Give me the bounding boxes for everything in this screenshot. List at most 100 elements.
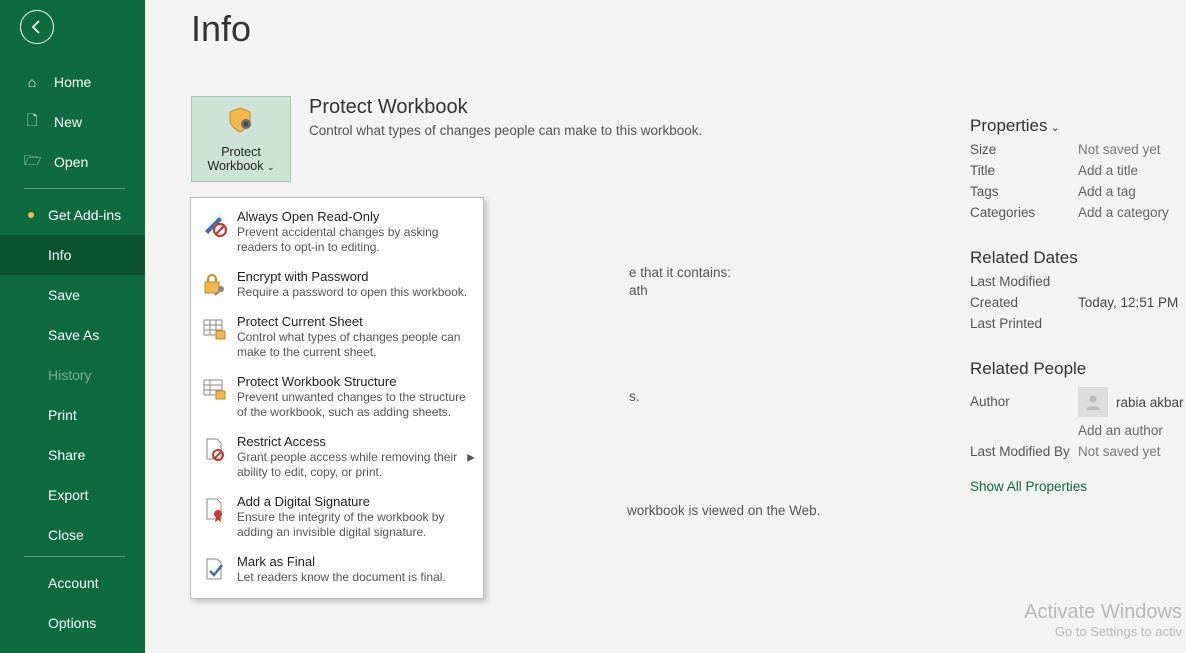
protect-workbook-button[interactable]: ProtectWorkbook ⌄	[191, 96, 291, 182]
inspect-hidden-text-2: ath	[629, 283, 648, 298]
nav-export[interactable]: Export	[0, 475, 145, 515]
back-button[interactable]	[20, 10, 54, 44]
prop-printed-label: Last Printed	[970, 316, 1078, 331]
browser-view-text: workbook is viewed on the Web.	[627, 503, 820, 518]
show-all-properties-link[interactable]: Show All Properties	[970, 479, 1186, 494]
nav-share[interactable]: Share	[0, 435, 145, 475]
add-author-link[interactable]: Add an author	[1078, 423, 1163, 438]
protect-section-desc: Control what types of changes people can…	[309, 123, 702, 138]
protect-btn-l2: Workbook	[207, 159, 263, 173]
menu-encrypt-title: Encrypt with Password	[237, 269, 467, 284]
chevron-down-icon: ⌄	[1050, 122, 1059, 134]
pencil-prohibit-icon	[201, 211, 227, 237]
nav-close[interactable]: Close	[0, 515, 145, 555]
nav-print[interactable]: Print	[0, 395, 145, 435]
prop-categories-label: Categories	[970, 205, 1078, 220]
menu-sheet-desc: Control what types of changes people can…	[237, 330, 473, 360]
prop-tags-value[interactable]: Add a tag	[1078, 184, 1136, 199]
prop-created-label: Created	[970, 295, 1078, 310]
shield-lock-icon	[226, 106, 256, 141]
document-prohibit-icon	[201, 436, 227, 462]
menu-restrict-access[interactable]: Restrict AccessGrant people access while…	[191, 428, 483, 488]
prop-categories-value[interactable]: Add a category	[1078, 205, 1169, 220]
prop-size-label: Size	[970, 142, 1078, 157]
nav-new[interactable]: 🗋New	[0, 102, 145, 142]
watermark-line1: Activate Windows	[1024, 601, 1182, 624]
windows-activation-watermark: Activate Windows Go to Settings to activ	[1024, 601, 1186, 639]
menu-sig-title: Add a Digital Signature	[237, 494, 473, 509]
workbook-lock-icon	[201, 376, 227, 402]
menu-encrypt-desc: Require a password to open this workbook…	[237, 285, 467, 300]
prop-tags-label: Tags	[970, 184, 1078, 199]
prop-title-label: Title	[970, 163, 1078, 178]
lock-key-icon	[201, 271, 227, 297]
nav-share-label: Share	[48, 447, 85, 463]
nav-history-label: History	[48, 367, 92, 383]
open-icon: 🗁	[24, 150, 40, 174]
prop-author-value[interactable]: rabia akbar	[1116, 395, 1184, 410]
menu-protect-sheet[interactable]: Protect Current SheetControl what types …	[191, 308, 483, 368]
properties-header[interactable]: Properties⌄	[970, 116, 1186, 136]
nav-separator	[24, 188, 125, 189]
addins-badge	[28, 212, 34, 218]
menu-readonly-desc: Prevent accidental changes by asking rea…	[237, 225, 473, 255]
watermark-line2: Go to Settings to activ	[1024, 624, 1182, 639]
menu-mark-final[interactable]: Mark as FinalLet readers know the docume…	[191, 548, 483, 593]
chevron-down-icon: ⌄	[267, 162, 275, 172]
menu-final-desc: Let readers know the document is final.	[237, 570, 446, 585]
prop-modby-value: Not saved yet	[1078, 444, 1161, 459]
prop-title-value[interactable]: Add a title	[1078, 163, 1138, 178]
prop-size-value: Not saved yet	[1078, 142, 1161, 157]
nav-options[interactable]: Options	[0, 603, 145, 643]
nav-new-label: New	[54, 114, 82, 130]
nav-save-as[interactable]: Save As	[0, 315, 145, 355]
nav-account-label: Account	[48, 575, 99, 591]
sheet-lock-icon	[201, 316, 227, 342]
menu-struct-desc: Prevent unwanted changes to the structur…	[237, 390, 473, 420]
nav-history: History	[0, 355, 145, 395]
nav-saveas-label: Save As	[48, 327, 99, 343]
backstage-sidebar: ⌂ Home 🗋New 🗁 Open Get Add-ins Info Save S…	[0, 0, 145, 653]
nav-export-label: Export	[48, 487, 88, 503]
nav-home[interactable]: ⌂ Home	[0, 62, 145, 102]
properties-pane: Properties⌄ SizeNot saved yet TitleAdd a…	[970, 116, 1186, 494]
related-dates-header: Related Dates	[970, 248, 1186, 268]
nav-close-label: Close	[48, 527, 84, 543]
menu-digital-signature[interactable]: Add a Digital SignatureEnsure the integr…	[191, 488, 483, 548]
related-people-header: Related People	[970, 359, 1186, 379]
protect-section-title: Protect Workbook	[309, 96, 702, 119]
nav-info-label: Info	[48, 247, 71, 263]
nav-separator-bottom	[24, 556, 125, 557]
menu-protect-structure[interactable]: Protect Workbook StructurePrevent unwant…	[191, 368, 483, 428]
menu-readonly-title: Always Open Read-Only	[237, 209, 473, 224]
document-ribbon-icon	[201, 496, 227, 522]
nav-info[interactable]: Info	[0, 235, 145, 275]
nav-options-label: Options	[48, 615, 96, 631]
prop-modby-label: Last Modified By	[970, 444, 1078, 459]
prop-lastmod-label: Last Modified	[970, 274, 1078, 289]
inspect-hidden-text-3: s.	[629, 389, 640, 404]
nav-open[interactable]: 🗁 Open	[0, 142, 145, 182]
submenu-arrow-icon: ▶	[467, 453, 475, 464]
home-icon: ⌂	[24, 74, 40, 90]
nav-save-label: Save	[48, 287, 80, 303]
nav-print-label: Print	[48, 407, 77, 423]
menu-final-title: Mark as Final	[237, 554, 446, 569]
prop-author-label: Author	[970, 394, 1078, 409]
menu-always-open-readonly[interactable]: Always Open Read-OnlyPrevent accidental …	[191, 203, 483, 263]
prop-created-value: Today, 12:51 PM	[1078, 295, 1178, 310]
page-title: Info	[191, 8, 1186, 50]
menu-restrict-title: Restrict Access	[237, 434, 473, 449]
author-avatar	[1078, 387, 1108, 417]
nav-home-label: Home	[54, 74, 91, 90]
nav-account[interactable]: Account	[0, 563, 145, 603]
protect-btn-l1: Protect	[221, 145, 261, 159]
inspect-hidden-text-1: e that it contains:	[629, 265, 731, 280]
nav-addins-label: Get Add-ins	[48, 207, 121, 223]
nav-open-label: Open	[54, 154, 88, 170]
menu-restrict-desc: Grant people access while removing their…	[237, 450, 473, 480]
protect-workbook-menu: Always Open Read-OnlyPrevent accidental …	[190, 197, 484, 599]
nav-get-addins[interactable]: Get Add-ins	[0, 195, 145, 235]
menu-encrypt-password[interactable]: Encrypt with PasswordRequire a password …	[191, 263, 483, 308]
nav-save[interactable]: Save	[0, 275, 145, 315]
